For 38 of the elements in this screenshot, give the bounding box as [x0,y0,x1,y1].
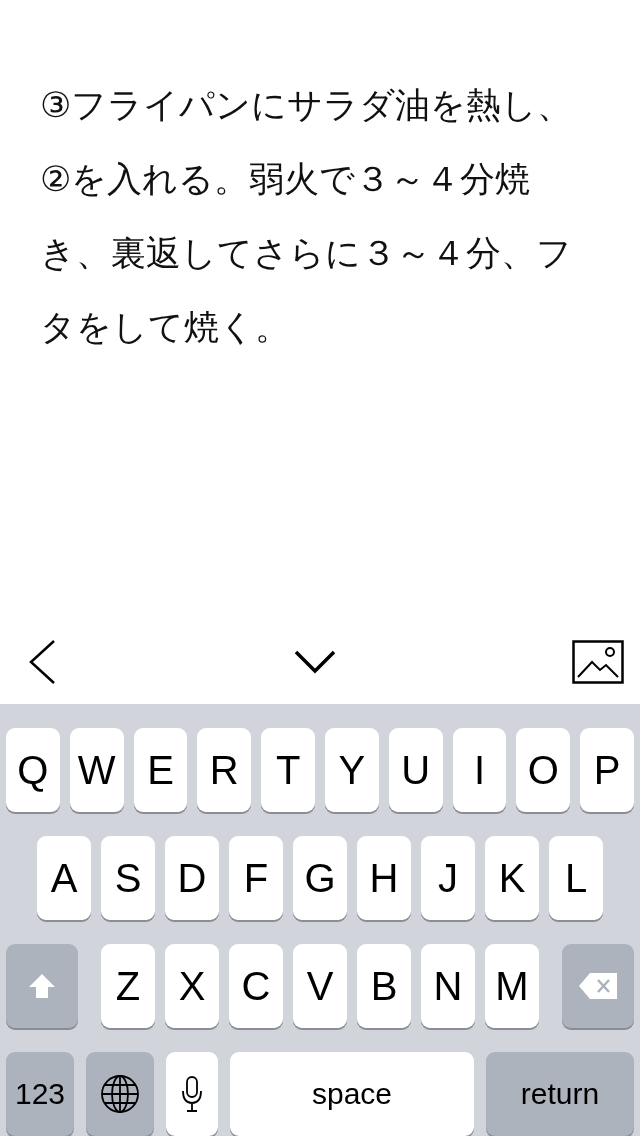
keyboard-key[interactable]: I [452,728,507,812]
keyboard-key[interactable]: C [229,944,283,1028]
chevron-down-icon[interactable] [294,650,336,674]
microphone-key[interactable] [166,1052,218,1136]
keyboard-key[interactable]: P [580,728,634,812]
return-key[interactable]: return [486,1052,634,1136]
image-icon[interactable] [572,640,624,684]
delete-icon [578,972,618,1000]
keyboard-key[interactable]: X [165,944,219,1028]
keyboard-key[interactable]: O [516,728,571,812]
keyboard-key[interactable]: R [197,728,252,812]
keyboard-key[interactable]: S [101,836,155,920]
keyboard-key[interactable]: F [229,836,283,920]
note-text: ③フライパンにサラダ油を熱し、②を入れる。弱火で３～４分焼き、裏返してさらに３～４分、フタをして焼く。 [40,84,574,349]
keyboard-key[interactable]: D [165,836,219,920]
keyboard-key[interactable]: T [261,728,315,812]
keyboard-key[interactable]: Q [6,728,60,812]
keyboard-key[interactable]: Z [101,944,155,1028]
keyboard-key[interactable]: E [133,728,188,812]
globe-key[interactable] [86,1052,154,1136]
keyboard-key[interactable]: K [485,836,539,920]
keyboard-key[interactable]: W [69,728,124,812]
keyboard-key[interactable]: H [357,836,411,920]
keyboard-key[interactable]: N [421,944,475,1028]
keyboard-key[interactable]: M [485,944,539,1028]
space-key[interactable]: space [230,1052,474,1136]
numbers-key[interactable]: 123 [6,1052,74,1136]
keyboard-key[interactable]: U [388,728,443,812]
keyboard-key[interactable]: B [357,944,411,1028]
keyboard-key[interactable]: A [37,836,91,920]
keyboard-key[interactable]: G [293,836,347,920]
keyboard-key[interactable]: J [421,836,475,920]
keyboard-key[interactable]: Y [325,728,379,812]
globe-icon [100,1074,140,1114]
keyboard-key[interactable]: L [549,836,603,920]
shift-icon [28,973,56,999]
microphone-icon [181,1076,203,1112]
keyboard-key[interactable]: V [293,944,347,1028]
